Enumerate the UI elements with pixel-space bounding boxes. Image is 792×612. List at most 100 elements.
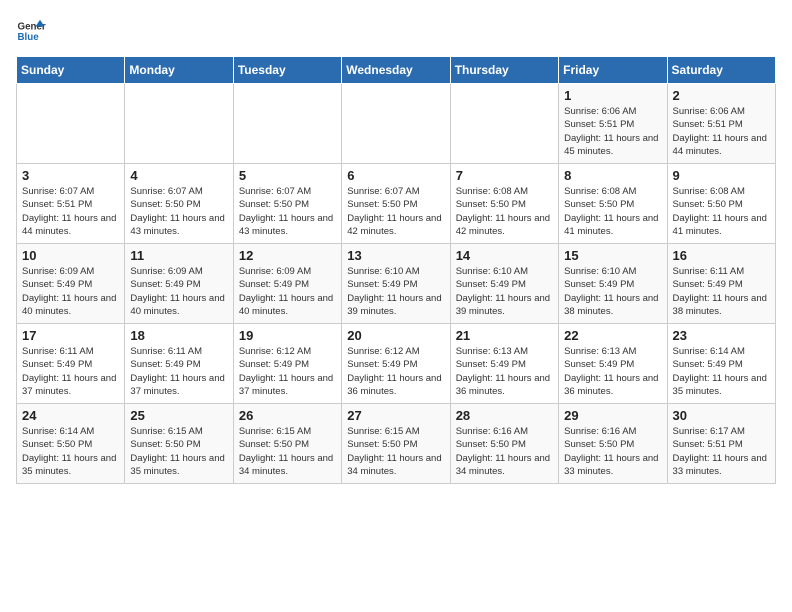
svg-text:Blue: Blue (18, 32, 40, 43)
day-number: 25 (130, 408, 227, 423)
day-info: Sunrise: 6:06 AM Sunset: 5:51 PM Dayligh… (564, 105, 661, 158)
calendar-cell (233, 84, 341, 164)
day-info: Sunrise: 6:09 AM Sunset: 5:49 PM Dayligh… (22, 265, 119, 318)
calendar-week-1: 1 Sunrise: 6:06 AM Sunset: 5:51 PM Daylig… (17, 84, 776, 164)
calendar-cell (125, 84, 233, 164)
day-info: Sunrise: 6:12 AM Sunset: 5:49 PM Dayligh… (239, 345, 336, 398)
weekday-header-monday: Monday (125, 57, 233, 84)
day-number: 2 (673, 88, 770, 103)
day-number: 1 (564, 88, 661, 103)
calendar-cell: 14 Sunrise: 6:10 AM Sunset: 5:49 PM Dayli… (450, 244, 558, 324)
day-info: Sunrise: 6:08 AM Sunset: 5:50 PM Dayligh… (456, 185, 553, 238)
calendar-cell: 18 Sunrise: 6:11 AM Sunset: 5:49 PM Dayli… (125, 324, 233, 404)
day-info: Sunrise: 6:07 AM Sunset: 5:51 PM Dayligh… (22, 185, 119, 238)
day-info: Sunrise: 6:11 AM Sunset: 5:49 PM Dayligh… (673, 265, 770, 318)
day-number: 27 (347, 408, 444, 423)
calendar-cell: 4Sunrise: 6:07 AM Sunset: 5:50 PM Daylig… (125, 164, 233, 244)
calendar-cell: 30 Sunrise: 6:17 AM Sunset: 5:51 PM Dayli… (667, 404, 775, 484)
calendar-cell: 2 Sunrise: 6:06 AM Sunset: 5:51 PM Daylig… (667, 84, 775, 164)
calendar-cell: 25 Sunrise: 6:15 AM Sunset: 5:50 PM Dayli… (125, 404, 233, 484)
logo: General Blue (16, 16, 46, 46)
day-info: Sunrise: 6:07 AM Sunset: 5:50 PM Dayligh… (239, 185, 336, 238)
day-number: 11 (130, 248, 227, 263)
calendar-cell: 17 Sunrise: 6:11 AM Sunset: 5:49 PM Dayli… (17, 324, 125, 404)
day-number: 12 (239, 248, 336, 263)
calendar-cell (450, 84, 558, 164)
calendar-cell: 6Sunrise: 6:07 AM Sunset: 5:50 PM Daylig… (342, 164, 450, 244)
day-info: Sunrise: 6:11 AM Sunset: 5:49 PM Dayligh… (130, 345, 227, 398)
weekday-header-saturday: Saturday (667, 57, 775, 84)
calendar-cell: 3Sunrise: 6:07 AM Sunset: 5:51 PM Daylig… (17, 164, 125, 244)
day-number: 17 (22, 328, 119, 343)
day-number: 7 (456, 168, 553, 183)
day-info: Sunrise: 6:07 AM Sunset: 5:50 PM Dayligh… (347, 185, 444, 238)
calendar-cell: 19 Sunrise: 6:12 AM Sunset: 5:49 PM Dayli… (233, 324, 341, 404)
day-info: Sunrise: 6:14 AM Sunset: 5:49 PM Dayligh… (673, 345, 770, 398)
weekday-header-friday: Friday (559, 57, 667, 84)
day-info: Sunrise: 6:06 AM Sunset: 5:51 PM Dayligh… (673, 105, 770, 158)
calendar-cell (342, 84, 450, 164)
day-number: 13 (347, 248, 444, 263)
calendar-cell: 27 Sunrise: 6:15 AM Sunset: 5:50 PM Dayli… (342, 404, 450, 484)
day-number: 20 (347, 328, 444, 343)
calendar-cell: 1 Sunrise: 6:06 AM Sunset: 5:51 PM Daylig… (559, 84, 667, 164)
calendar-cell: 12Sunrise: 6:09 AM Sunset: 5:49 PM Dayli… (233, 244, 341, 324)
day-number: 16 (673, 248, 770, 263)
day-info: Sunrise: 6:14 AM Sunset: 5:50 PM Dayligh… (22, 425, 119, 478)
day-info: Sunrise: 6:16 AM Sunset: 5:50 PM Dayligh… (456, 425, 553, 478)
calendar-week-3: 10 Sunrise: 6:09 AM Sunset: 5:49 PM Dayli… (17, 244, 776, 324)
day-number: 14 (456, 248, 553, 263)
weekday-header-thursday: Thursday (450, 57, 558, 84)
calendar-cell: 5 Sunrise: 6:07 AM Sunset: 5:50 PM Daylig… (233, 164, 341, 244)
day-info: Sunrise: 6:15 AM Sunset: 5:50 PM Dayligh… (347, 425, 444, 478)
weekday-header-wednesday: Wednesday (342, 57, 450, 84)
calendar-cell: 13 Sunrise: 6:10 AM Sunset: 5:49 PM Dayli… (342, 244, 450, 324)
weekday-header-row: SundayMondayTuesdayWednesdayThursdayFrid… (17, 57, 776, 84)
calendar-cell: 28 Sunrise: 6:16 AM Sunset: 5:50 PM Dayli… (450, 404, 558, 484)
day-info: Sunrise: 6:13 AM Sunset: 5:49 PM Dayligh… (456, 345, 553, 398)
weekday-header-sunday: Sunday (17, 57, 125, 84)
calendar-cell: 20 Sunrise: 6:12 AM Sunset: 5:49 PM Dayli… (342, 324, 450, 404)
day-number: 19 (239, 328, 336, 343)
calendar-cell: 7 Sunrise: 6:08 AM Sunset: 5:50 PM Daylig… (450, 164, 558, 244)
day-info: Sunrise: 6:15 AM Sunset: 5:50 PM Dayligh… (239, 425, 336, 478)
day-number: 26 (239, 408, 336, 423)
calendar-cell: 9Sunrise: 6:08 AM Sunset: 5:50 PM Daylig… (667, 164, 775, 244)
day-info: Sunrise: 6:10 AM Sunset: 5:49 PM Dayligh… (456, 265, 553, 318)
day-info: Sunrise: 6:09 AM Sunset: 5:49 PM Dayligh… (130, 265, 227, 318)
day-info: Sunrise: 6:17 AM Sunset: 5:51 PM Dayligh… (673, 425, 770, 478)
calendar-cell: 22 Sunrise: 6:13 AM Sunset: 5:49 PM Dayli… (559, 324, 667, 404)
day-number: 15 (564, 248, 661, 263)
day-number: 29 (564, 408, 661, 423)
calendar-cell: 21Sunrise: 6:13 AM Sunset: 5:49 PM Dayli… (450, 324, 558, 404)
day-info: Sunrise: 6:12 AM Sunset: 5:49 PM Dayligh… (347, 345, 444, 398)
calendar-week-4: 17 Sunrise: 6:11 AM Sunset: 5:49 PM Dayli… (17, 324, 776, 404)
day-info: Sunrise: 6:10 AM Sunset: 5:49 PM Dayligh… (564, 265, 661, 318)
day-info: Sunrise: 6:08 AM Sunset: 5:50 PM Dayligh… (564, 185, 661, 238)
day-number: 23 (673, 328, 770, 343)
calendar-cell: 11 Sunrise: 6:09 AM Sunset: 5:49 PM Dayli… (125, 244, 233, 324)
day-info: Sunrise: 6:07 AM Sunset: 5:50 PM Dayligh… (130, 185, 227, 238)
calendar-week-5: 24 Sunrise: 6:14 AM Sunset: 5:50 PM Dayli… (17, 404, 776, 484)
calendar-cell: 10 Sunrise: 6:09 AM Sunset: 5:49 PM Dayli… (17, 244, 125, 324)
day-info: Sunrise: 6:10 AM Sunset: 5:49 PM Dayligh… (347, 265, 444, 318)
calendar-cell: 16 Sunrise: 6:11 AM Sunset: 5:49 PM Dayli… (667, 244, 775, 324)
day-info: Sunrise: 6:16 AM Sunset: 5:50 PM Dayligh… (564, 425, 661, 478)
day-number: 30 (673, 408, 770, 423)
day-info: Sunrise: 6:15 AM Sunset: 5:50 PM Dayligh… (130, 425, 227, 478)
calendar-cell: 23 Sunrise: 6:14 AM Sunset: 5:49 PM Dayli… (667, 324, 775, 404)
day-number: 24 (22, 408, 119, 423)
day-info: Sunrise: 6:13 AM Sunset: 5:49 PM Dayligh… (564, 345, 661, 398)
calendar-cell (17, 84, 125, 164)
day-number: 22 (564, 328, 661, 343)
calendar-week-2: 3Sunrise: 6:07 AM Sunset: 5:51 PM Daylig… (17, 164, 776, 244)
day-number: 18 (130, 328, 227, 343)
day-number: 9 (673, 168, 770, 183)
logo-icon: General Blue (16, 16, 46, 46)
day-number: 5 (239, 168, 336, 183)
day-number: 28 (456, 408, 553, 423)
day-info: Sunrise: 6:11 AM Sunset: 5:49 PM Dayligh… (22, 345, 119, 398)
weekday-header-tuesday: Tuesday (233, 57, 341, 84)
page-header: General Blue (16, 16, 776, 46)
day-number: 10 (22, 248, 119, 263)
